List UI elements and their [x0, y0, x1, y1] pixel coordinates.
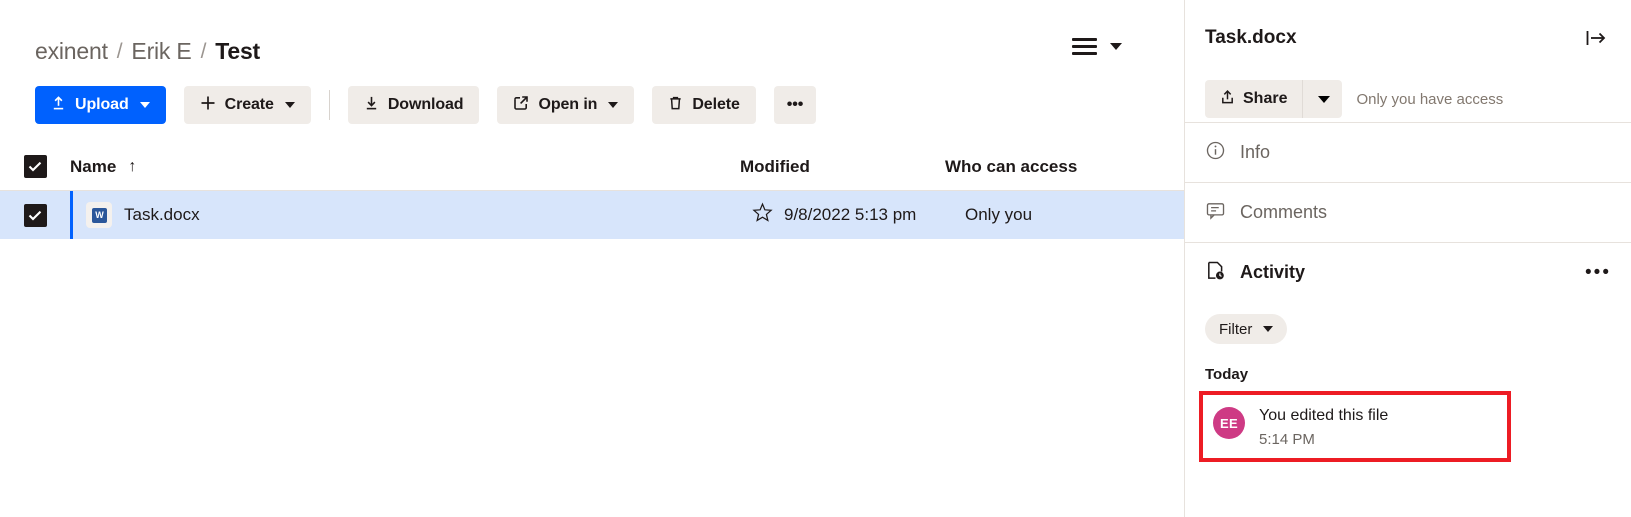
panel-section-comments-label: Comments: [1240, 202, 1328, 222]
column-header-modified[interactable]: Modified: [740, 157, 945, 177]
star-icon[interactable]: [751, 202, 773, 228]
select-all-checkbox[interactable]: [23, 155, 47, 178]
table-row[interactable]: W Task.docx 9/8/2022 5:13 pm Only you: [0, 191, 1184, 239]
breadcrumb-item-user[interactable]: Erik E: [131, 38, 191, 65]
row-checkbox[interactable]: [23, 203, 47, 227]
open-in-button[interactable]: Open in: [497, 86, 635, 124]
details-panel: Task.docx Share Only you have access Inf…: [1184, 0, 1631, 517]
activity-item-title: You edited this file: [1259, 407, 1389, 424]
collapse-panel-right-icon[interactable]: [1585, 28, 1607, 48]
plus-icon: [200, 95, 216, 116]
comment-bubble-icon: [1205, 200, 1226, 226]
file-toolbar: Upload Create Download Open in Delete ••…: [35, 86, 817, 124]
breadcrumb: exinent / Erik E / Test: [35, 38, 260, 65]
share-button-label: Share: [1243, 90, 1288, 107]
file-table: Name ↑ Modified Who can access W Task.do…: [0, 143, 1184, 239]
delete-button[interactable]: Delete: [652, 86, 756, 124]
breadcrumb-separator: /: [116, 39, 123, 63]
download-button-label: Download: [387, 96, 464, 113]
chevron-down-icon: [1110, 43, 1122, 50]
more-actions-button[interactable]: •••: [773, 86, 817, 124]
create-button-label: Create: [224, 96, 274, 113]
download-icon: [364, 95, 379, 116]
column-header-who-can-access[interactable]: Who can access: [945, 157, 1184, 177]
share-button[interactable]: Share: [1205, 80, 1303, 118]
chevron-down-icon: [284, 102, 295, 108]
delete-button-label: Delete: [692, 96, 740, 113]
create-button[interactable]: Create: [183, 86, 311, 124]
share-button-group: Share: [1205, 80, 1343, 118]
breadcrumb-item-root[interactable]: exinent: [35, 38, 108, 65]
activity-item-text: You edited this file 5:14 PM: [1259, 407, 1388, 448]
chevron-down-icon: [1317, 95, 1330, 103]
details-panel-header: Task.docx: [1185, 0, 1631, 76]
share-row: Share Only you have access: [1185, 76, 1631, 122]
open-in-button-label: Open in: [538, 96, 598, 113]
activity-item[interactable]: EE You edited this file 5:14 PM: [1199, 391, 1511, 462]
panel-section-activity-label: Activity: [1240, 262, 1306, 282]
activity-filter-button[interactable]: Filter: [1205, 314, 1288, 344]
trash-icon: [668, 95, 683, 116]
activity-item-time: 5:14 PM: [1259, 431, 1315, 448]
upload-button-label: Upload: [75, 96, 129, 113]
row-name-cell: W Task.docx: [70, 202, 740, 228]
app-window: exinent / Erik E / Test Upload Create Do…: [0, 0, 1631, 517]
panel-section-info-label: Info: [1240, 142, 1271, 162]
upload-button[interactable]: Upload: [35, 86, 166, 124]
panel-section-comments[interactable]: Comments: [1185, 182, 1631, 242]
view-options-button[interactable]: [1072, 38, 1122, 55]
file-name-label[interactable]: Task.docx: [124, 205, 200, 225]
chevron-down-icon: [1263, 326, 1274, 332]
share-icon: [1220, 89, 1235, 110]
sort-ascending-icon: ↑: [128, 157, 137, 175]
toolbar-divider: [328, 90, 330, 120]
column-header-name[interactable]: Name ↑: [70, 157, 740, 177]
table-header-row: Name ↑ Modified Who can access: [0, 143, 1184, 191]
activity-group-label: Today: [1205, 366, 1249, 383]
activity-item-wrapper: EE You edited this file 5:14 PM: [1199, 391, 1511, 462]
row-modified-cell: 9/8/2022 5:13 pm: [784, 205, 917, 224]
row-who-can-access-cell: Only you: [965, 205, 1033, 224]
panel-section-activity[interactable]: Activity •••: [1185, 242, 1631, 302]
download-button[interactable]: Download: [347, 86, 480, 124]
activity-filter-label: Filter: [1219, 320, 1253, 338]
share-access-note: Only you have access: [1356, 90, 1504, 108]
star-cell: [740, 202, 784, 228]
list-view-icon: [1072, 38, 1097, 55]
share-dropdown-button[interactable]: [1302, 80, 1343, 118]
select-all-cell: [0, 155, 70, 178]
chevron-down-icon: [139, 102, 150, 108]
open-external-icon: [513, 95, 529, 116]
info-circle-icon: [1205, 140, 1226, 166]
word-document-icon-glyph: W: [91, 207, 107, 223]
breadcrumb-item-current[interactable]: Test: [215, 38, 260, 65]
details-panel-title: Task.docx: [1205, 27, 1297, 48]
breadcrumb-separator: /: [200, 39, 207, 63]
avatar: EE: [1213, 407, 1245, 439]
row-select-cell: [0, 203, 70, 227]
upload-icon: [51, 95, 66, 116]
panel-section-info[interactable]: Info: [1185, 122, 1631, 182]
chevron-down-icon: [608, 102, 619, 108]
file-browser-main: exinent / Erik E / Test Upload Create Do…: [0, 0, 1184, 517]
column-header-name-label: Name: [70, 156, 117, 176]
word-document-icon: W: [86, 202, 112, 228]
activity-document-clock-icon: [1205, 260, 1226, 286]
row-selection-indicator: [70, 191, 73, 239]
activity-overflow-menu[interactable]: •••: [1585, 262, 1611, 284]
